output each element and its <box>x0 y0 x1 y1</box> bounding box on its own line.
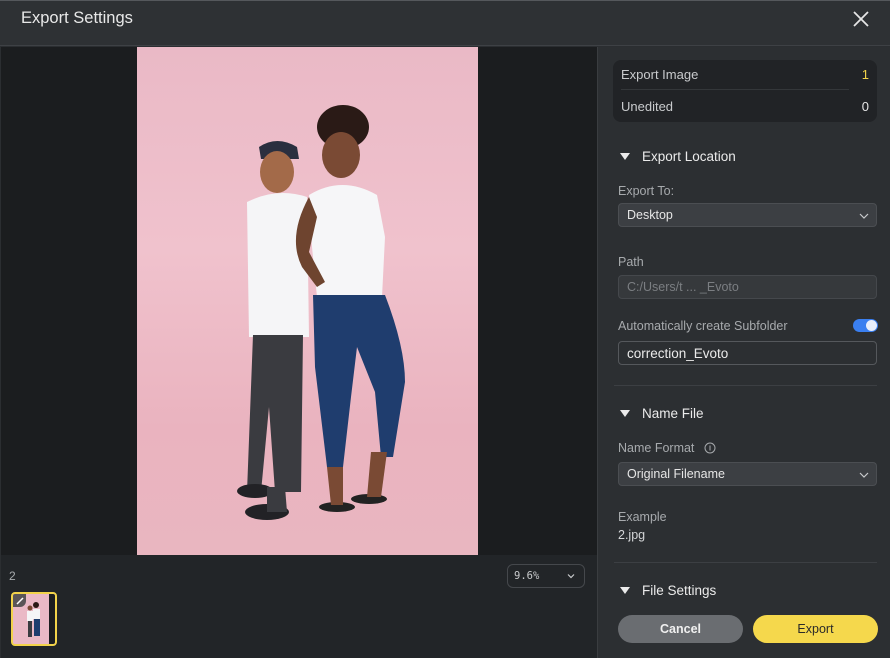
person-right <box>295 105 405 512</box>
section-divider <box>614 385 877 386</box>
export-to-value: Desktop <box>627 208 673 222</box>
toggle-knob <box>866 320 877 331</box>
image-preview <box>1 47 597 555</box>
section-file-settings[interactable]: File Settings <box>620 583 716 598</box>
summary-label: Unedited <box>621 98 674 114</box>
zoom-level-value: 9.6% <box>514 570 540 582</box>
section-export-location[interactable]: Export Location <box>620 149 736 164</box>
chevron-down-icon <box>859 472 869 478</box>
export-summary: Export Image 1 Unedited 0 <box>613 60 877 122</box>
collapse-triangle-icon <box>620 587 630 594</box>
person-left <box>237 141 309 520</box>
section-heading: Export Location <box>642 149 736 164</box>
name-format-label: Name Format <box>618 441 695 455</box>
subfolder-label: Automatically create Subfolder <box>618 319 788 333</box>
thumbnail-selected[interactable] <box>11 592 57 646</box>
cancel-button[interactable]: Cancel <box>618 615 743 643</box>
close-icon <box>853 11 869 27</box>
filmstrip: 2 9.6% <box>1 555 597 658</box>
subfolder-toggle[interactable] <box>853 319 878 332</box>
summary-value: 0 <box>861 98 869 114</box>
collapse-triangle-icon <box>620 410 630 417</box>
export-to-select[interactable]: Desktop <box>618 203 877 227</box>
close-button[interactable] <box>850 8 872 30</box>
preview-photo <box>137 47 478 555</box>
summary-row-export-image: Export Image 1 <box>621 60 869 90</box>
section-divider <box>614 562 877 563</box>
example-label: Example <box>618 510 667 524</box>
name-format-select[interactable]: Original Filename <box>618 462 877 486</box>
name-format-value: Original Filename <box>627 467 725 481</box>
collapse-triangle-icon <box>620 153 630 160</box>
photo-illustration <box>237 105 405 520</box>
subfolder-name-input[interactable]: correction_Evoto <box>618 341 877 365</box>
edited-badge <box>13 594 26 607</box>
chevron-down-icon <box>859 213 869 219</box>
section-heading: File Settings <box>642 583 717 598</box>
summary-label: Export Image <box>621 67 699 82</box>
summary-row-unedited: Unedited 0 <box>621 91 869 121</box>
section-heading: Name File <box>642 406 704 421</box>
dialog-title: Export Settings <box>21 9 133 27</box>
path-label: Path <box>618 255 644 269</box>
summary-value: 1 <box>861 67 869 82</box>
zoom-level-select[interactable]: 9.6% <box>507 564 585 588</box>
info-icon[interactable] <box>704 442 716 454</box>
chevron-down-icon <box>567 574 575 579</box>
name-format-label-row: Name Format <box>618 441 716 455</box>
path-field: C:/Users/t ... _Evoto <box>618 275 877 299</box>
pencil-icon <box>15 596 24 605</box>
example-value: 2.jpg <box>618 528 646 542</box>
export-button[interactable]: Export <box>753 615 878 643</box>
title-bar: Export Settings <box>0 0 890 46</box>
export-to-label: Export To: <box>618 184 675 198</box>
image-count: 2 <box>9 569 16 583</box>
settings-panel: Export Image 1 Unedited 0 Export Locatio… <box>597 47 890 658</box>
section-name-file[interactable]: Name File <box>620 406 704 421</box>
